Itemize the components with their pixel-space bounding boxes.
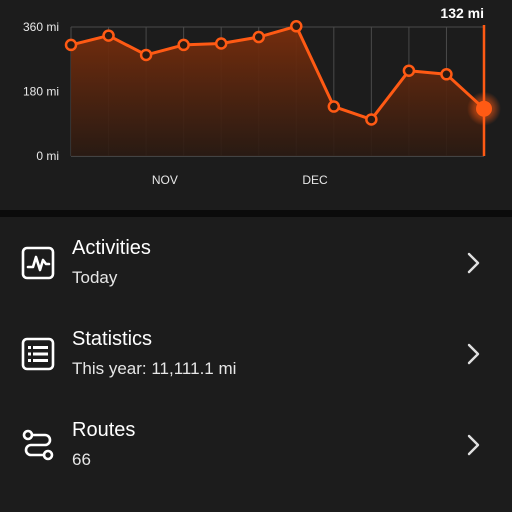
data-point bbox=[214, 37, 228, 50]
current-value-label: 132 mi bbox=[440, 5, 484, 21]
data-point bbox=[64, 38, 78, 52]
data-point bbox=[365, 113, 378, 126]
route-icon bbox=[20, 427, 56, 463]
menu-item-title: Statistics bbox=[72, 328, 153, 350]
current-point bbox=[476, 100, 492, 117]
data-point bbox=[290, 20, 303, 33]
menu-item-routes[interactable]: Routes 66 bbox=[0, 399, 512, 490]
menu-item-activities[interactable]: Activities Today bbox=[0, 217, 512, 308]
mileage-chart-svg: 360 mi 180 mi 0 mi NOV DEC 132 mi bbox=[23, 5, 501, 187]
activity-chart-icon bbox=[20, 245, 56, 281]
data-point bbox=[440, 68, 453, 81]
data-point bbox=[402, 64, 416, 77]
menu-item-title: Activities bbox=[72, 237, 151, 259]
menu-item-title: Routes bbox=[72, 419, 136, 441]
x-month-label: NOV bbox=[152, 173, 178, 187]
chevron-right-icon bbox=[462, 342, 484, 366]
list-icon bbox=[20, 336, 56, 372]
menu-item-subtitle: Today bbox=[72, 268, 118, 287]
menu-item-statistics[interactable]: Statistics This year: 11,111.1 mi bbox=[0, 308, 512, 399]
data-point bbox=[252, 30, 265, 44]
y-tick-label: 180 mi bbox=[23, 85, 59, 99]
section-divider bbox=[0, 210, 512, 217]
area-fill bbox=[71, 26, 484, 157]
data-point bbox=[102, 29, 115, 42]
chart-area-fill bbox=[71, 26, 484, 157]
x-month-label: DEC bbox=[302, 173, 328, 187]
chevron-right-icon bbox=[462, 433, 484, 457]
menu-item-subtitle: This year: 11,111.1 mi bbox=[72, 359, 237, 378]
menu-item-subtitle: 66 bbox=[72, 450, 91, 469]
mileage-chart[interactable]: 360 mi 180 mi 0 mi NOV DEC 132 mi bbox=[0, 0, 512, 210]
data-point bbox=[327, 100, 341, 113]
y-tick-label: 0 mi bbox=[36, 149, 59, 163]
chevron-right-icon bbox=[462, 251, 484, 275]
data-point bbox=[139, 48, 153, 62]
data-point bbox=[177, 38, 190, 52]
menu-list: Activities Today Statistics This year: 1… bbox=[0, 217, 512, 512]
y-tick-label: 360 mi bbox=[23, 20, 59, 34]
